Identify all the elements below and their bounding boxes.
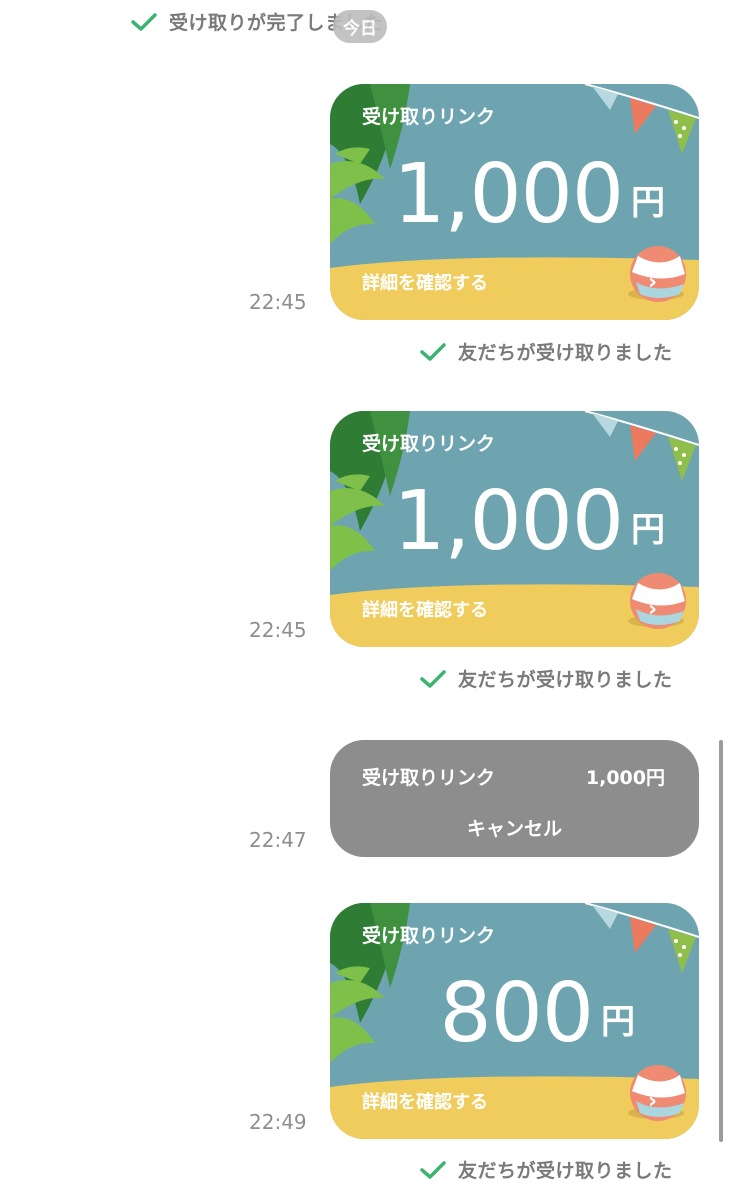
scrollbar[interactable] (719, 740, 723, 1142)
status-text: 友だちが受け取りました (458, 1160, 673, 1182)
card-title: 受け取りリンク (362, 925, 496, 947)
check-icon (131, 12, 157, 31)
card-amount: 1,000 円 (393, 481, 665, 563)
currency-label: 円 (631, 510, 665, 550)
date-pill: 今日 (333, 10, 387, 43)
card-title: 受け取りリンク (362, 106, 496, 128)
received-status: 友だちが受け取りました (420, 1156, 673, 1183)
status-text: 友だちが受け取りました (458, 342, 673, 364)
message-time: 22:45 (249, 290, 307, 314)
check-icon (420, 342, 446, 361)
chevron-right-icon: › (648, 597, 658, 622)
currency-label: 円 (601, 1002, 635, 1042)
card-title: 受け取りリンク (362, 767, 496, 789)
currency-label: 円 (631, 183, 665, 223)
check-icon (420, 669, 446, 688)
message-time: 22:49 (249, 1110, 307, 1134)
card-title: 受け取りリンク (362, 433, 496, 455)
amount-value: 1,000 (393, 147, 624, 242)
details-link[interactable]: 詳細を確認する (362, 596, 488, 622)
chevron-right-icon: › (648, 1089, 658, 1114)
check-icon (420, 1160, 446, 1179)
card-amount: 800 円 (439, 973, 635, 1055)
payment-link-card[interactable]: 受け取りリンク 800 円 詳細を確認する › (330, 903, 699, 1139)
payment-link-card[interactable]: 受け取りリンク 1,000 円 詳細を確認する › (330, 411, 699, 647)
cancelled-link-card[interactable]: 受け取りリンク 1,000円 キャンセル (330, 740, 699, 857)
amount-value: 800 (439, 966, 594, 1061)
status-text: 友だちが受け取りました (458, 669, 673, 691)
amount-value: 1,000 (393, 474, 624, 569)
received-status: 友だちが受け取りました (420, 338, 673, 365)
cancel-label: キャンセル (466, 818, 562, 840)
details-link[interactable]: 詳細を確認する (362, 1088, 488, 1114)
details-link[interactable]: 詳細を確認する (362, 269, 488, 295)
received-status: 友だちが受け取りました (420, 665, 673, 692)
message-time: 22:45 (249, 618, 307, 642)
chevron-right-icon: › (648, 270, 658, 295)
message-time: 22:47 (249, 828, 307, 852)
amount-value: 1,000円 (585, 767, 665, 789)
card-amount: 1,000 円 (393, 154, 665, 236)
payment-link-card[interactable]: 受け取りリンク 1,000 円 詳細を確認する › (330, 84, 699, 320)
